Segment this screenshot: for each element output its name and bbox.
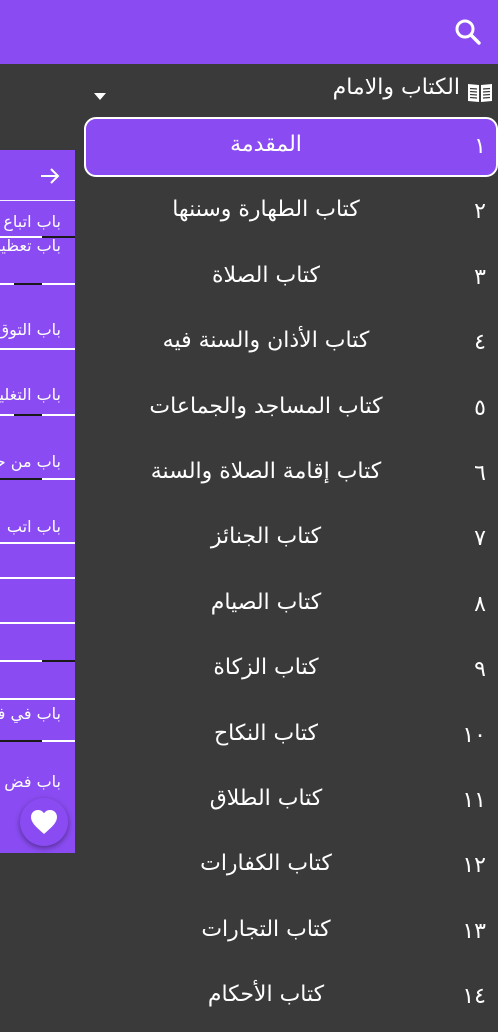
chapter-item[interactable]: ٥ كتاب المساجد والجماعات [84,379,498,444]
favorite-button[interactable] [20,798,68,846]
chapter-number: ٤ [474,330,486,356]
chapter-item[interactable]: ١٠ كتاب النكاح [84,706,498,771]
book-title: الكتاب والامام [332,75,460,100]
divider [0,542,75,544]
chapter-number: ٩ [474,657,486,683]
chapter-title: كتاب الأذان والسنة فيه [162,328,370,354]
panel-item-label: باب اتباع [3,212,61,231]
chapter-title: كتاب إقامة الصلاة والسنة [150,458,382,484]
chapter-number: ١ [474,134,486,159]
panel-item[interactable]: باب التغليظ [0,375,75,439]
divider [0,577,75,579]
chapter-number: ٥ [474,395,486,421]
panel-item-label: باب في فض [0,704,61,723]
chapter-title: كتاب الصلاة [211,262,321,288]
chapter-number: ٨ [474,591,486,617]
chapter-item[interactable]: ٤ كتاب الأذان والسنة فيه [84,313,498,378]
panel-item-label: باب التغليظ [0,385,61,404]
chapter-item[interactable]: ١١ كتاب الطلاق [84,771,498,836]
panel-item-label: باب اتب [6,517,61,536]
chapter-item[interactable]: ٢ كتاب الطهارة وسننها [84,182,498,247]
chapter-item[interactable]: ٣ كتاب الصلاة [84,248,498,313]
divider [0,414,75,416]
chapter-item[interactable]: ١٢ كتاب الكفارات [84,836,498,901]
chapter-number: ٢ [474,199,486,225]
chapter-item[interactable]: ٦ كتاب إقامة الصلاة والسنة [84,444,498,509]
chapter-item[interactable]: ١٣ كتاب التجارات [84,902,498,967]
heart-icon [31,810,57,834]
chapter-title: كتاب التجارات [201,916,331,942]
panel-item[interactable]: باب من حد [0,442,75,506]
chapter-title: المقدمة [230,132,302,157]
chapter-title: كتاب الطهارة وسننها [172,197,360,223]
divider [0,200,75,201]
divider [0,348,75,350]
panel-item-label: باب من حد [0,452,61,471]
panel-item-label: باب تعظيم [0,236,61,255]
chapter-item[interactable]: ٧ كتاب الجنائز [84,509,498,574]
chapter-item[interactable]: ١ المقدمة [84,117,498,177]
chapter-number: ١٣ [462,918,486,944]
chapter-item[interactable]: ٩ كتاب الزكاة [84,640,498,705]
chapter-title: كتاب النكاح [213,720,319,746]
chapter-title: كتاب الأحكام [207,982,325,1008]
divider [0,236,75,238]
chapter-title: كتاب الزكاة [213,655,319,681]
chapter-number: ١٤ [462,984,486,1010]
search-icon[interactable] [454,18,482,46]
chapter-title: كتاب المساجد والجماعات [149,393,383,419]
chapter-number: ١٠ [462,722,486,748]
book-selector[interactable]: الكتاب والامام [0,64,498,118]
divider [0,740,75,742]
divider [0,478,75,480]
chapter-title: كتاب الكفارات [200,851,332,877]
panel-item[interactable]: باب التوق [0,310,75,374]
chapter-title: كتاب الطلاق [209,785,323,811]
chapter-title: كتاب الصيام [210,589,322,615]
chapter-list: ١ المقدمة ٢ كتاب الطهارة وسننها ٣ كتاب ا… [84,117,498,1032]
chapter-item[interactable]: ٨ كتاب الصيام [84,575,498,640]
app-bar [0,0,498,64]
panel-item-label: باب فض [4,772,61,791]
panel-item-label: باب التوق [0,320,61,339]
divider [0,622,75,624]
divider [0,660,75,662]
panel-item[interactable]: باب اتباع باب تعظيم [0,202,75,266]
panel-item[interactable]: باب في فض [0,698,75,762]
chapter-number: ٣ [474,264,486,290]
divider [0,283,75,285]
arrow-right-icon[interactable] [39,167,61,185]
chapter-number: ٦ [474,460,486,486]
side-panel: باب اتباع باب تعظيم باب التوق باب التغلي… [0,150,75,853]
chapter-number: ٧ [474,526,486,552]
panel-item[interactable]: باب اتب [0,507,75,571]
chapter-number: ١١ [462,787,486,813]
dropdown-arrow-icon[interactable] [93,86,107,100]
chapter-title: كتاب الجنائز [210,524,322,550]
chapter-number: ١٢ [462,853,486,879]
open-book-icon [466,78,494,106]
